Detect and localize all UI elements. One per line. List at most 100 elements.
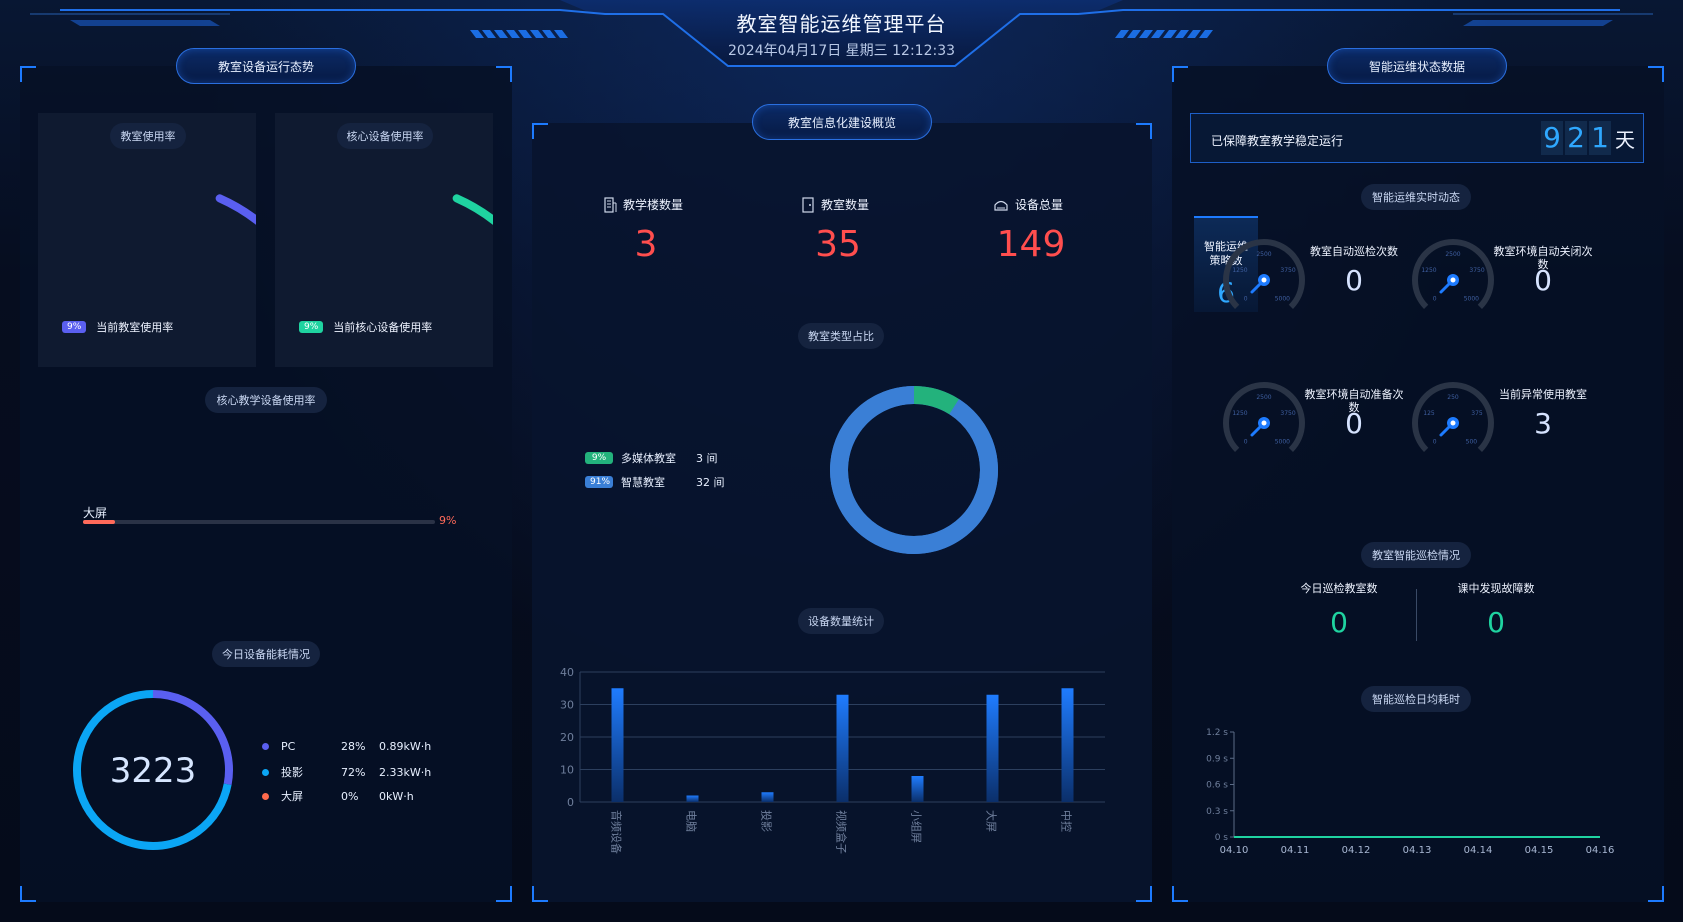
core-usage-legend: 9% 当前核心设备使用率 <box>299 319 432 335</box>
x-tick-label: 投影 <box>760 810 774 832</box>
corner-decoration <box>1172 66 1188 82</box>
gauge-dial: 0 1250 2500 3750 5000 <box>1223 239 1305 309</box>
corner-decoration <box>20 66 36 82</box>
stat-buildings-label: 教学楼数量 <box>603 196 683 213</box>
y-tick-label: 0.9 s <box>1206 754 1228 764</box>
gauge-value: 0 <box>1345 407 1363 440</box>
page-title: 教室智能运维管理平台 <box>736 12 947 36</box>
gauge-tick-label: 0 <box>1433 295 1437 302</box>
realtime-title: 智能运维实时动态 <box>1361 184 1471 210</box>
gauge-dial: 0 125 250 375 500 <box>1412 382 1494 452</box>
x-tick-label: 音频设备 <box>610 810 624 854</box>
x-tick-label: 大屏 <box>985 810 999 832</box>
stat-devices-value: 149 <box>996 224 1066 265</box>
core-bar-fill <box>83 520 115 524</box>
core-equipment-title: 核心教学设备使用率 <box>205 387 327 413</box>
gauge-value: 0 <box>1534 264 1552 297</box>
usage-tag: 9% <box>62 321 87 333</box>
device-icon <box>994 200 1008 211</box>
stat-label-text: 设备总量 <box>1015 198 1064 212</box>
stable-digit: 9 <box>1541 121 1563 155</box>
device-count-chart: 0 10 20 30 40 音频设备 电脑 投影 视频盒子 小组屏 大屏 中控 <box>560 666 1105 854</box>
core-bar-value: 9% <box>439 514 457 527</box>
legend-dot <box>262 792 269 800</box>
corner-decoration <box>532 886 548 902</box>
right-panel-title: 智能运维状态数据 <box>1327 48 1507 84</box>
type-name: 智慧教室 <box>621 476 665 489</box>
x-tick-label: 04.15 <box>1525 845 1554 856</box>
corner-decoration <box>1136 123 1152 139</box>
inspect-fault-value: 0 <box>1487 606 1505 639</box>
gauge-hub-center <box>1261 277 1267 283</box>
stat-label-text: 教室数量 <box>821 198 870 212</box>
energy-title: 今日设备能耗情况 <box>212 641 320 667</box>
bar <box>836 694 849 802</box>
energy-name: 投影 <box>281 766 303 779</box>
x-tick-label: 04.10 <box>1220 845 1249 856</box>
y-tick-label: 0 s <box>1215 833 1229 843</box>
inspect-today-label: 今日巡检教室数 <box>1300 582 1378 595</box>
type-legend-row: 91% 智慧教室 32 间 <box>585 474 725 490</box>
gauge-tick-label: 1250 <box>1232 410 1247 417</box>
bar <box>986 694 999 802</box>
legend-dot <box>262 768 269 776</box>
bar <box>911 776 924 802</box>
type-tag: 91% <box>585 476 613 488</box>
x-tick-label: 电脑 <box>685 810 698 832</box>
energy-legend-row: 大屏 0% 0kW·h <box>262 788 414 804</box>
energy-legend-row: 投影 72% 2.33kW·h <box>262 764 431 780</box>
classroom-type-title: 教室类型占比 <box>798 323 884 349</box>
y-tick-label: 30 <box>560 699 574 712</box>
stable-days-label: 已保障教室教学稳定运行 <box>1211 134 1344 148</box>
type-tag: 9% <box>585 452 613 464</box>
duration-chart: 1.2 s 0.9 s 0.6 s 0.3 s 0 s 04.10 04.11 04.12 04… <box>1206 728 1614 856</box>
gauge-tick-label: 0 <box>1433 438 1437 445</box>
energy-legend-row: PC 28% 0.89kW·h <box>262 740 431 753</box>
duration-title: 智能巡检日均耗时 <box>1361 686 1471 712</box>
building-icon <box>604 196 617 213</box>
classroom-type-donut <box>830 386 998 554</box>
corner-decoration <box>1136 886 1152 902</box>
stat-label-text: 教学楼数量 <box>623 198 684 212</box>
gauge-tick-label: 5000 <box>1275 438 1290 445</box>
corner-decoration <box>496 66 512 82</box>
energy-kwh: 2.33kW·h <box>379 765 432 779</box>
left-panel-title: 教室设备运行态势 <box>176 48 356 84</box>
x-tick-label: 04.14 <box>1464 845 1493 856</box>
inspection-title: 教室智能巡检情况 <box>1361 542 1471 568</box>
gauge-tick-label: 0 <box>1244 438 1248 445</box>
gauge-tick-label: 5000 <box>1275 295 1290 302</box>
energy-pct: 28% <box>341 740 366 753</box>
x-tick-label: 视频盒子 <box>835 810 849 854</box>
gauge-tick-label: 500 <box>1466 438 1478 445</box>
y-tick-label: 10 <box>560 764 574 777</box>
gauge-tick-label: 250 <box>1447 394 1459 401</box>
gauge-tick-label: 2500 <box>1445 251 1460 258</box>
energy-kwh: 0.89kW·h <box>379 740 432 753</box>
y-tick-label: 0.3 s <box>1206 807 1228 817</box>
type-name: 多媒体教室 <box>621 452 676 465</box>
type-slice <box>913 386 959 415</box>
energy-name: PC <box>281 740 296 753</box>
core-bar-name: 大屏 <box>83 506 108 520</box>
type-count: 3 间 <box>696 452 718 465</box>
core-device-usage-card: 核心设备使用率 9% 当前核心设备使用率 <box>275 113 493 367</box>
center-panel-title: 教室信息化建设概览 <box>752 104 932 140</box>
legend-dot <box>262 743 269 750</box>
energy-name: 大屏 <box>281 790 303 803</box>
stable-digit: 2 <box>1565 121 1587 155</box>
bar <box>761 792 774 802</box>
usage-label: 当前教室使用率 <box>96 321 174 334</box>
gauge-tick-label: 2500 <box>1256 251 1271 258</box>
gauge-tick-label: 1250 <box>1232 267 1247 274</box>
divider <box>1416 589 1417 641</box>
gauge-tick-label: 125 <box>1423 410 1435 417</box>
gauge-tick-label: 375 <box>1471 410 1483 417</box>
corner-decoration <box>496 886 512 902</box>
energy-kwh: 0kW·h <box>379 789 414 803</box>
gauge-tick-label: 3750 <box>1280 267 1295 274</box>
corner-decoration <box>532 123 548 139</box>
bar <box>686 795 699 802</box>
stable-days-counter: 9 2 1 天 <box>1539 121 1635 155</box>
x-tick-label: 小组屏 <box>910 810 924 843</box>
